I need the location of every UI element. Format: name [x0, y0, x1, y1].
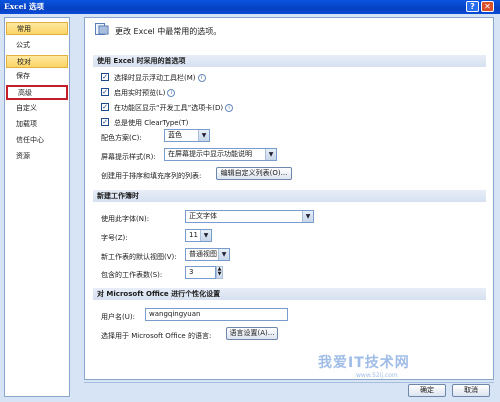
window-titlebar: Excel 选项 ? ✕ [0, 0, 500, 14]
font-select[interactable]: 正文字体 ▼ [185, 210, 314, 223]
dropdown-arrow-icon: ▼ [198, 130, 209, 141]
window-title: Excel 选项 [4, 2, 44, 11]
close-button[interactable]: ✕ [481, 1, 494, 12]
checkmark-icon: ✓ [102, 73, 108, 81]
checkbox-mini-toolbar[interactable]: ✓ [101, 73, 109, 81]
font-value: 正文字体 [189, 212, 217, 220]
color-scheme-select[interactable]: 蓝色 ▼ [164, 129, 210, 142]
font-label: 使用此字体(N): [101, 215, 150, 223]
help-button[interactable]: ? [466, 1, 479, 12]
sidebar-item-common[interactable]: 常用 [6, 22, 68, 35]
options-content: 更改 Excel 中最常用的选项。 使用 Excel 时采用的首选项 ✓ 选择时… [84, 17, 494, 380]
sheet-count-label: 包含的工作表数(S): [101, 271, 163, 279]
info-icon: i [167, 89, 176, 97]
sidebar-item-customize[interactable]: 自定义 [6, 102, 68, 115]
dropdown-arrow-icon: ▼ [218, 249, 229, 260]
checkbox-live-preview[interactable]: ✓ [101, 88, 109, 96]
checkbox-cleartype[interactable]: ✓ [101, 118, 109, 126]
mini-toolbar-label: 选择时显示浮动工具栏(M) i [114, 73, 206, 83]
sidebar-item-addins[interactable]: 加载项 [6, 118, 68, 131]
developer-tab-label: 在功能区显示“开发工具”选项卡(D) i [114, 103, 234, 113]
watermark-text: 我爱IT技术网 [318, 355, 410, 371]
default-view-value: 普通视图 [189, 250, 217, 258]
info-icon: i [225, 104, 234, 112]
checkmark-icon: ✓ [102, 88, 108, 96]
dropdown-arrow-icon: ▼ [200, 230, 211, 241]
ok-button[interactable]: 确定 [408, 384, 446, 397]
dropdown-arrow-icon: ▼ [302, 211, 313, 222]
developer-tab-text: 在功能区显示“开发工具”选项卡(D) [114, 104, 224, 112]
default-view-label: 新工作表的默认视图(V): [101, 253, 177, 261]
section-new-workbook-title: 新建工作簿时 [93, 190, 486, 202]
font-size-select[interactable]: 11 ▼ [185, 229, 212, 242]
tooltip-style-select[interactable]: 在屏幕提示中显示功能说明 ▼ [164, 148, 277, 161]
page-header-text: 更改 Excel 中最常用的选项。 [115, 27, 222, 36]
section-preferences-title: 使用 Excel 时采用的首选项 [93, 55, 486, 67]
sheet-count-spinner[interactable]: ▲ ▼ [216, 266, 223, 279]
mini-toolbar-text: 选择时显示浮动工具栏(M) [114, 74, 196, 82]
sidebar-item-trust-center[interactable]: 信任中心 [6, 134, 68, 147]
live-preview-text: 启用实时预览(L) [114, 89, 166, 97]
sidebar-item-formulas[interactable]: 公式 [6, 39, 68, 52]
spin-down-icon: ▼ [217, 271, 222, 277]
language-label: 选择用于 Microsoft Office 的语言: [101, 332, 212, 340]
options-header-icon [95, 23, 109, 35]
username-input[interactable]: wangqingyuan [145, 308, 288, 321]
cleartype-label: 总是使用 ClearType(T) [114, 119, 189, 127]
language-settings-button[interactable]: 语言设置(A)... [226, 327, 278, 340]
checkmark-icon: ✓ [102, 103, 108, 111]
cancel-button[interactable]: 取消 [452, 384, 490, 397]
font-size-value: 11 [189, 231, 198, 239]
username-label: 用户名(U): [101, 313, 135, 321]
sidebar-item-advanced[interactable]: 高级 [6, 85, 68, 100]
checkbox-developer-tab[interactable]: ✓ [101, 103, 109, 111]
sidebar-item-save[interactable]: 保存 [6, 70, 68, 83]
watermark-url: www.52ij.com [356, 372, 398, 379]
tooltip-style-value: 在屏幕提示中显示功能说明 [168, 150, 252, 158]
font-size-label: 字号(Z): [101, 234, 128, 242]
sidebar-item-resources[interactable]: 资源 [6, 150, 68, 163]
custom-list-label: 创建用于排序和填充序列的列表: [101, 172, 202, 180]
sheet-count-input[interactable]: 3 [185, 266, 216, 279]
info-icon: i [197, 74, 206, 82]
footer-divider [84, 382, 494, 383]
live-preview-label: 启用实时预览(L) i [114, 88, 176, 98]
tooltip-style-label: 屏幕提示样式(R): [101, 153, 156, 161]
color-scheme-label: 配色方案(C): [101, 134, 142, 142]
sidebar-item-proofing[interactable]: 校对 [6, 55, 68, 68]
dropdown-arrow-icon: ▼ [265, 149, 276, 160]
checkmark-icon: ✓ [102, 118, 108, 126]
section-personalize-title: 对 Microsoft Office 进行个性化设置 [93, 288, 486, 300]
default-view-select[interactable]: 普通视图 ▼ [185, 248, 230, 261]
edit-custom-lists-button[interactable]: 编辑自定义列表(O)... [216, 167, 292, 180]
sidebar: 常用 公式 校对 保存 高级 自定义 加载项 信任中心 资源 [4, 17, 70, 397]
color-scheme-value: 蓝色 [168, 131, 182, 139]
